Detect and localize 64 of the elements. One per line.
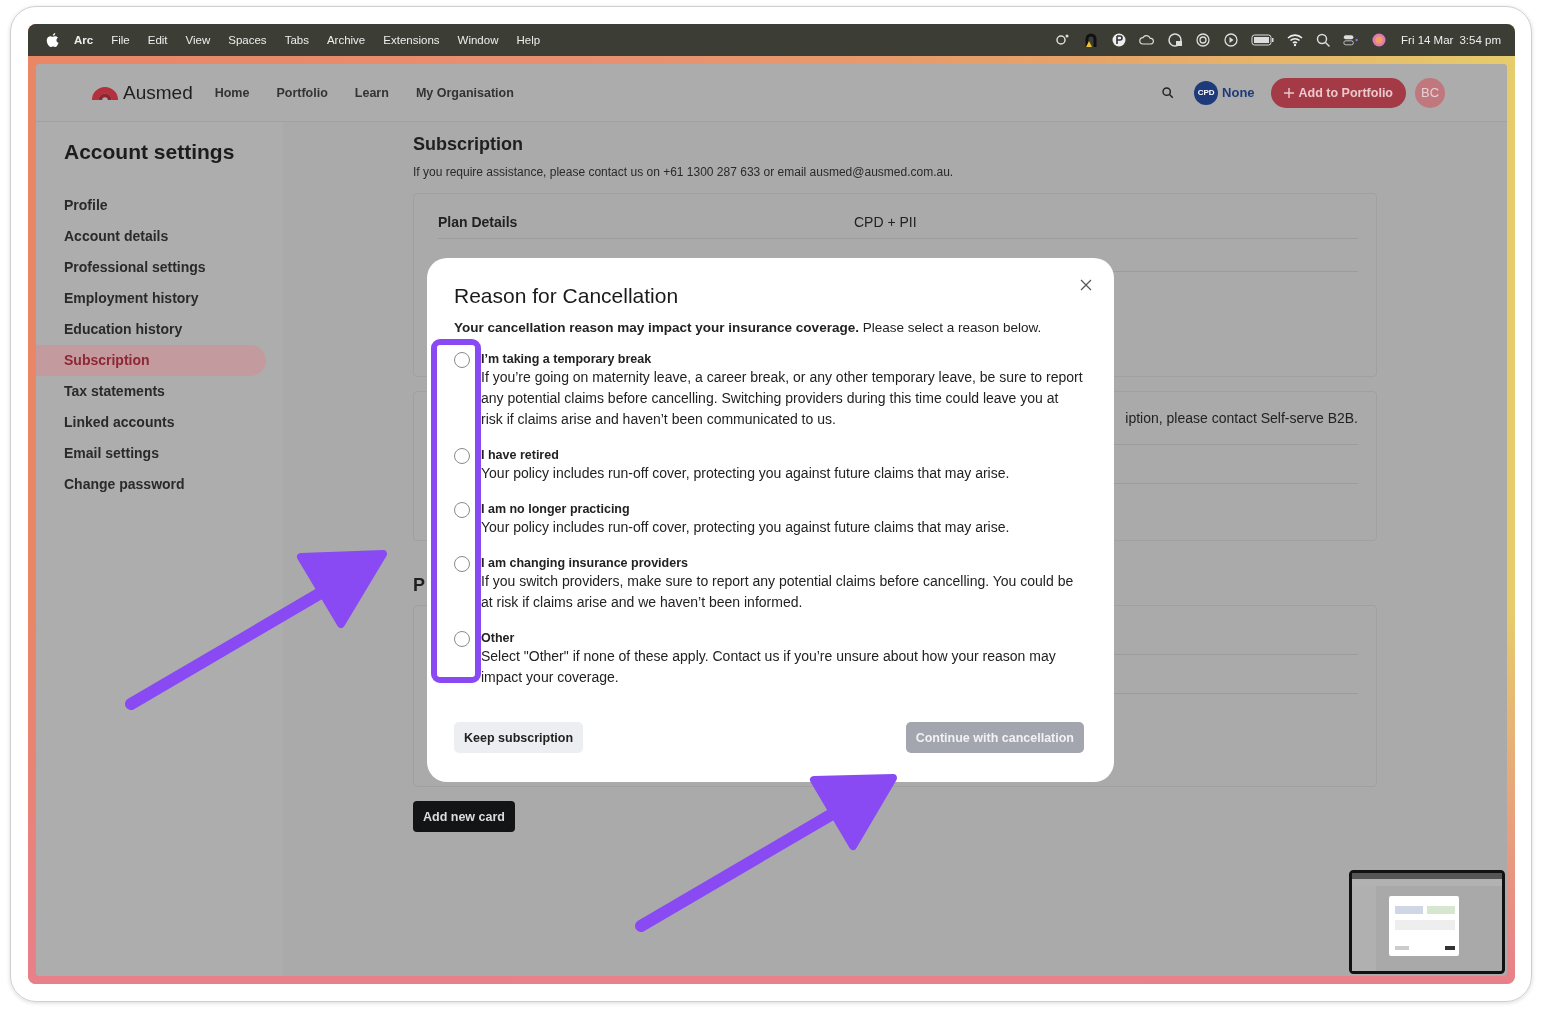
menu-item[interactable]: Window bbox=[457, 34, 499, 46]
sidebar-item[interactable]: Education history bbox=[36, 314, 266, 345]
battery-icon[interactable] bbox=[1251, 32, 1276, 48]
sidebar-item[interactable]: Employment history bbox=[36, 283, 266, 314]
menu-item[interactable]: Spaces bbox=[228, 34, 267, 46]
badge-icon[interactable] bbox=[1111, 32, 1128, 48]
menu-time: 3:54 pm bbox=[1459, 34, 1501, 46]
option-description: If you switch providers, make sure to report any potential claims before cancelling. You could be at risk if claims arise and we haven’t been informed. bbox=[481, 572, 1075, 612]
app-menu[interactable]: Arc bbox=[74, 34, 94, 46]
cpd-badge: CPD bbox=[1194, 80, 1219, 105]
menu-item[interactable]: File bbox=[111, 34, 130, 46]
sidebar-item[interactable]: Change password bbox=[36, 469, 266, 500]
menu-item[interactable]: Extensions bbox=[383, 34, 440, 46]
option-description: Your policy includes run-off cover, protecting you against future claims that may arise. bbox=[481, 464, 1011, 483]
add-to-portfolio-button[interactable]: Add to Portfolio bbox=[1270, 77, 1406, 108]
option-description: If you’re going on maternity leave, a career break, or any other temporary leave, be sure to report any potential claims before cancelling. Switching providers during this time could leave you at risk if claims arise and haven’t been communicated to us. bbox=[481, 368, 1084, 429]
play-icon[interactable] bbox=[1223, 32, 1240, 48]
option-label[interactable]: I am changing insurance providers bbox=[481, 556, 1084, 571]
notice-text: iption, please contact Self-serve B2B. bbox=[1125, 410, 1358, 426]
plan-value: CPD + PII bbox=[854, 214, 917, 230]
menu-item[interactable]: Tabs bbox=[284, 34, 309, 46]
cloud-icon[interactable] bbox=[1139, 32, 1156, 48]
assistant-icon[interactable] bbox=[1371, 32, 1388, 48]
sidebar-item[interactable]: Account details bbox=[36, 221, 266, 252]
warning-icon[interactable] bbox=[1083, 32, 1100, 48]
dialog-title: Reason for Cancellation bbox=[454, 284, 680, 308]
menu-date: Fri 14 Mar bbox=[1401, 34, 1454, 46]
wifi-icon[interactable] bbox=[1287, 32, 1304, 48]
option-description: Your policy includes run-off cover, protecting you against future claims that may arise. bbox=[481, 518, 1011, 537]
option-label[interactable]: I am no longer practicing bbox=[481, 502, 1084, 517]
control-center-icon[interactable] bbox=[1343, 32, 1360, 48]
option-description: Select "Other" if none of these apply. Contact us if you’re unsure about how your reason may impact your coverage. bbox=[481, 647, 1057, 687]
logo-icon[interactable] bbox=[91, 84, 119, 101]
apple-icon[interactable] bbox=[46, 32, 59, 48]
option-label[interactable]: I have retired bbox=[481, 448, 1084, 463]
nav-link[interactable]: Learn bbox=[354, 85, 389, 100]
sidebar-item[interactable]: Profile bbox=[36, 190, 266, 221]
nav-link[interactable]: Portfolio bbox=[276, 85, 328, 100]
search-icon[interactable] bbox=[1161, 86, 1175, 99]
search-icon[interactable] bbox=[1315, 32, 1332, 48]
dialog-intro: Your cancellation reason may impact your insurance coverage. Please select a reason below. bbox=[454, 320, 1043, 335]
sidebar-item[interactable]: Linked accounts bbox=[36, 407, 266, 438]
help-text: If you require assistance, please contact us on +61 1300 287 633 or email ausmed@ausmed.com.au. bbox=[413, 165, 955, 179]
sidebar-item[interactable]: Tax statements bbox=[36, 376, 266, 407]
menu-item[interactable]: Archive bbox=[326, 34, 366, 46]
option-label[interactable]: Other bbox=[481, 631, 1084, 646]
add-card-button[interactable]: Add new card bbox=[413, 801, 515, 832]
menu-item[interactable]: View bbox=[185, 34, 211, 46]
sidebar-title: Account settings bbox=[63, 140, 236, 164]
sidebar-item[interactable]: Email settings bbox=[36, 438, 266, 469]
sidebar-item[interactable]: Professional settings bbox=[36, 252, 266, 283]
keep-subscription-button[interactable]: Keep subscription bbox=[454, 722, 584, 753]
menu-item[interactable]: Help bbox=[516, 34, 541, 46]
menu-item[interactable]: Edit bbox=[147, 34, 168, 46]
close-icon[interactable] bbox=[1080, 279, 1092, 291]
nav-link[interactable]: My Organisation bbox=[415, 85, 514, 100]
section-title: Subscription bbox=[413, 134, 524, 155]
brand-name[interactable]: Ausmed bbox=[123, 81, 193, 104]
section-heading: P bbox=[413, 575, 425, 596]
nav-link[interactable]: Home bbox=[214, 85, 250, 100]
option-label[interactable]: I’m taking a temporary break bbox=[481, 352, 1084, 367]
cpd-status[interactable]: None bbox=[1222, 85, 1255, 100]
plan-label: Plan Details bbox=[438, 214, 519, 230]
plus-icon bbox=[1283, 87, 1294, 98]
